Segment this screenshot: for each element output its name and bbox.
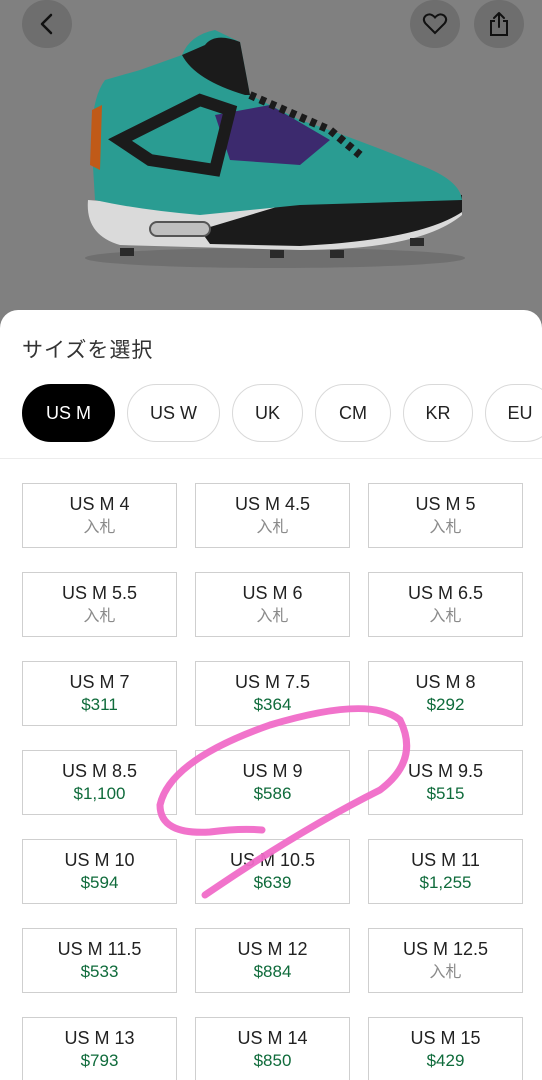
tab-us-m[interactable]: US M — [22, 384, 115, 442]
size-label: US M 6 — [242, 583, 303, 603]
tab-uk[interactable]: UK — [232, 384, 303, 442]
price-label: $793 — [80, 1051, 119, 1070]
bid-label: 入札 — [83, 606, 116, 625]
size-option[interactable]: US M 5.5 入札 — [22, 572, 177, 637]
size-label: US M 11 — [411, 850, 480, 870]
size-label: US M 15 — [410, 1028, 481, 1048]
size-option[interactable]: US M 11 $1,255 — [368, 839, 523, 904]
size-option[interactable]: US M 12.5 入札 — [368, 928, 523, 993]
price-label: $292 — [426, 695, 465, 714]
size-option[interactable]: US M 9.5 $515 — [368, 750, 523, 815]
sheet-title: サイズを選択 — [22, 338, 154, 362]
size-label: US M 9.5 — [407, 761, 484, 781]
product-image-area — [0, 0, 542, 330]
size-label: US M 12.5 — [402, 939, 489, 959]
size-option[interactable]: US M 14 $850 — [195, 1017, 350, 1080]
price-label: $1,100 — [73, 784, 126, 803]
bid-label: 入札 — [429, 606, 462, 625]
tab-us-w[interactable]: US W — [127, 384, 220, 442]
price-label: $364 — [253, 695, 292, 714]
size-label: US M 13 — [64, 1028, 135, 1048]
chevron-left-icon — [40, 13, 53, 35]
price-label: $639 — [253, 873, 292, 892]
size-label: US M 10 — [64, 850, 135, 870]
size-option[interactable]: US M 13 $793 — [22, 1017, 177, 1080]
bid-label: 入札 — [256, 606, 289, 625]
bid-label: 入札 — [429, 517, 462, 536]
size-label: US M 4.5 — [234, 494, 311, 514]
size-option[interactable]: US M 4 入札 — [22, 483, 177, 548]
divider — [0, 458, 542, 459]
size-option[interactable]: US M 7 $311 — [22, 661, 177, 726]
heart-icon — [422, 13, 448, 35]
size-option[interactable]: US M 6.5 入札 — [368, 572, 523, 637]
size-option[interactable]: US M 8 $292 — [368, 661, 523, 726]
price-label: $850 — [253, 1051, 292, 1070]
price-label: $429 — [426, 1051, 465, 1070]
size-label: US M 5.5 — [61, 583, 138, 603]
size-label: US M 4 — [69, 494, 130, 514]
price-label: $586 — [253, 784, 292, 803]
size-option[interactable]: US M 6 入札 — [195, 572, 350, 637]
size-option[interactable]: US M 12 $884 — [195, 928, 350, 993]
price-label: $594 — [80, 873, 119, 892]
tab-eu[interactable]: EU — [485, 384, 542, 442]
size-option[interactable]: US M 15 $429 — [368, 1017, 523, 1080]
price-label: $1,255 — [419, 873, 472, 892]
bid-label: 入札 — [256, 517, 289, 536]
favorite-button[interactable] — [410, 0, 460, 48]
size-option[interactable]: US M 10 $594 — [22, 839, 177, 904]
size-label: US M 7.5 — [234, 672, 311, 692]
size-option[interactable]: US M 5 入札 — [368, 483, 523, 548]
tab-cm[interactable]: CM — [315, 384, 391, 442]
price-label: $515 — [426, 784, 465, 803]
size-label: US M 8.5 — [61, 761, 138, 781]
tab-kr[interactable]: KR — [403, 384, 473, 442]
back-button[interactable] — [22, 0, 72, 48]
size-label: US M 14 — [237, 1028, 308, 1048]
price-label: $311 — [81, 695, 118, 714]
price-label: $533 — [80, 962, 119, 981]
share-button[interactable] — [474, 0, 524, 48]
bid-label: 入札 — [83, 517, 116, 536]
size-label: US M 6.5 — [407, 583, 484, 603]
size-option[interactable]: US M 10.5 $639 — [195, 839, 350, 904]
size-label: US M 9 — [242, 761, 303, 781]
size-option[interactable]: US M 9 $586 — [195, 750, 350, 815]
size-label: US M 7 — [69, 672, 130, 692]
size-selection-sheet: サイズを選択 US M US W UK CM KR EU US M 4 入札 US … — [0, 310, 542, 1080]
size-option[interactable]: US M 4.5 入札 — [195, 483, 350, 548]
size-label: US M 5 — [415, 494, 476, 514]
price-label: $884 — [253, 962, 292, 981]
size-label: US M 8 — [415, 672, 476, 692]
size-option[interactable]: US M 8.5 $1,100 — [22, 750, 177, 815]
size-label: US M 11.5 — [57, 939, 142, 959]
size-label: US M 10.5 — [229, 850, 316, 870]
size-system-tabs: US M US W UK CM KR EU — [22, 384, 542, 444]
size-option[interactable]: US M 7.5 $364 — [195, 661, 350, 726]
size-label: US M 12 — [237, 939, 308, 959]
bid-label: 入札 — [429, 962, 462, 981]
size-option[interactable]: US M 11.5 $533 — [22, 928, 177, 993]
share-icon — [490, 12, 508, 36]
sneaker-image — [85, 30, 465, 268]
